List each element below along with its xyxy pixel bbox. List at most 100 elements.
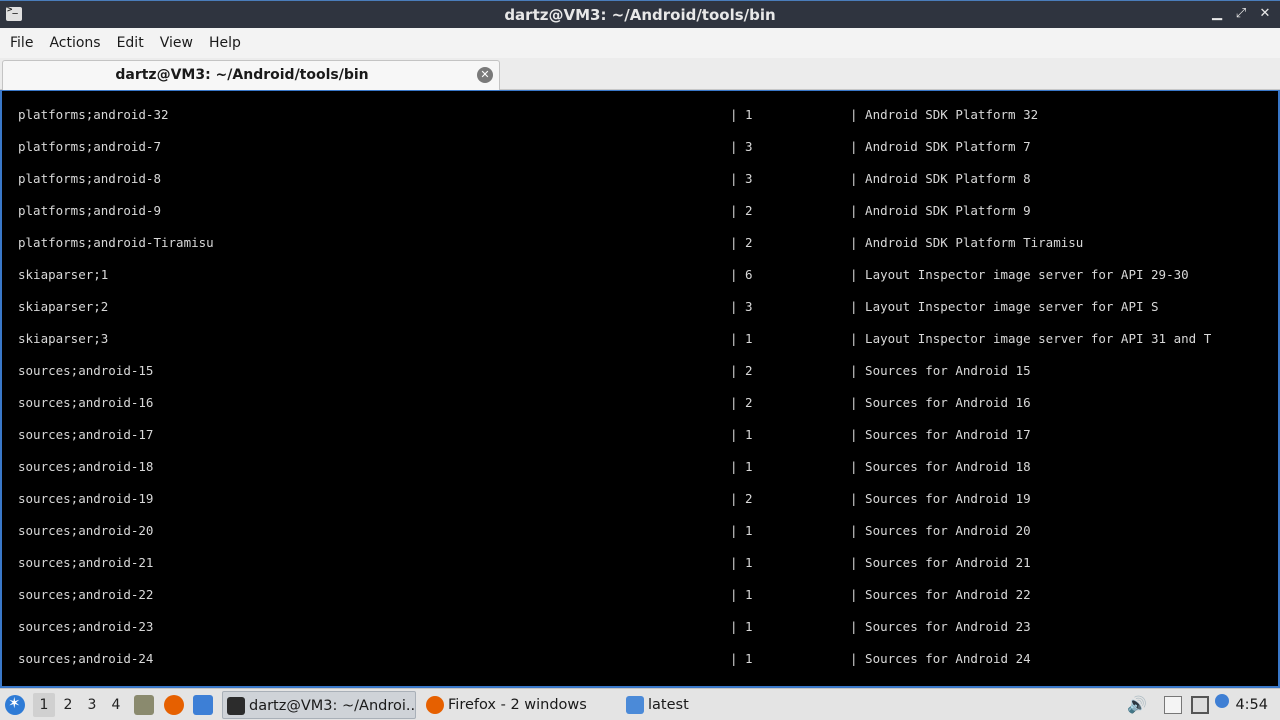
terminal-row: sources;android-20 | 1 | Sources for Andro… (2, 523, 1278, 543)
task-firefox[interactable]: Firefox - 2 windows (422, 691, 618, 719)
package-description: | Sources for Android 16 (850, 395, 1031, 410)
package-path: sources;android-16 (18, 395, 154, 410)
display-icon[interactable] (1191, 696, 1209, 714)
window-title: dartz@VM3: ~/Android/tools/bin (504, 6, 776, 24)
package-version: | 3 (730, 139, 753, 154)
close-icon[interactable]: ✕ (1256, 5, 1274, 23)
package-description: | Sources for Android 19 (850, 491, 1031, 506)
package-version: | 3 (730, 171, 753, 186)
workspace-3[interactable]: 3 (81, 693, 103, 717)
task-folder-label: latest (648, 697, 689, 713)
menu-edit[interactable]: Edit (109, 28, 152, 58)
package-path: sources;android-19 (18, 491, 154, 506)
terminal-row: sources;android-23 | 1 | Sources for Andro… (2, 619, 1278, 639)
package-description: | Sources for Android 24 (850, 651, 1031, 666)
volume-icon[interactable]: 🔊 (1127, 696, 1147, 714)
terminal-output[interactable]: platforms;android-32 | 1 | Android SDK Pla… (0, 90, 1280, 688)
package-path: sources;android-23 (18, 619, 154, 634)
tab-close-icon[interactable]: ✕ (477, 67, 493, 83)
terminal-row: sources;android-16 | 2 | Sources for Andro… (2, 395, 1278, 415)
menu-file[interactable]: File (2, 28, 41, 58)
package-version: | 1 (730, 651, 753, 666)
package-description: | Sources for Android 15 (850, 363, 1031, 378)
terminal-row: platforms;android-8 | 3 | Android SDK Plat… (2, 171, 1278, 191)
package-path: sources;android-21 (18, 555, 154, 570)
workspace-4[interactable]: 4 (105, 693, 127, 717)
package-version: | 1 (730, 107, 753, 122)
terminal-row: skiaparser;3 | 1 | Layout Inspector image … (2, 331, 1278, 351)
package-description: | Android SDK Platform 32 (850, 107, 1039, 122)
package-path: platforms;android-Tiramisu (18, 235, 214, 250)
menu-help[interactable]: Help (201, 28, 249, 58)
package-description: | Layout Inspector image server for API … (850, 331, 1212, 346)
folder-icon (626, 696, 644, 714)
package-description: | Android SDK Platform 8 (850, 171, 1031, 186)
terminal-tab[interactable]: dartz@VM3: ~/Android/tools/bin ✕ (2, 60, 500, 90)
terminal-row: skiaparser;1 | 6 | Layout Inspector image … (2, 267, 1278, 287)
package-description: | Layout Inspector image server for API … (850, 299, 1159, 314)
package-description: | Sources for Android 22 (850, 587, 1031, 602)
maximize-icon[interactable]: ⤢ (1232, 5, 1250, 23)
terminal-icon (227, 697, 245, 715)
package-path: sources;android-15 (18, 363, 154, 378)
package-version: | 2 (730, 395, 753, 410)
package-description: | Sources for Android 17 (850, 427, 1031, 442)
package-description: | Sources for Android 20 (850, 523, 1031, 538)
notification-icon[interactable] (1215, 694, 1229, 708)
workspace-2[interactable]: 2 (57, 693, 79, 717)
window-titlebar[interactable]: dartz@VM3: ~/Android/tools/bin ▁ ⤢ ✕ (0, 0, 1280, 28)
package-path: skiaparser;1 (18, 267, 109, 282)
menu-view[interactable]: View (152, 28, 201, 58)
package-version: | 1 (730, 331, 753, 346)
task-terminal[interactable]: dartz@VM3: ~/Androi... (222, 691, 416, 719)
menu-actions[interactable]: Actions (41, 28, 108, 58)
package-version: | 6 (730, 267, 753, 282)
terminal-row: sources;android-17 | 1 | Sources for Andro… (2, 427, 1278, 447)
taskbar: 1 2 3 4 dartz@VM3: ~/Androi... Firefox -… (0, 688, 1280, 720)
desktop-launcher-icon[interactable] (193, 695, 213, 715)
terminal-row: platforms;android-9 | 2 | Android SDK Plat… (2, 203, 1278, 223)
package-path: platforms;android-8 (18, 171, 161, 186)
start-menu-icon[interactable] (5, 694, 25, 715)
package-version: | 1 (730, 523, 753, 538)
package-description: | Android SDK Platform 7 (850, 139, 1031, 154)
package-path: platforms;android-7 (18, 139, 161, 154)
package-path: platforms;android-32 (18, 107, 169, 122)
package-version: | 1 (730, 427, 753, 442)
file-manager-launcher-icon[interactable] (134, 695, 154, 715)
terminal-row: platforms;android-Tiramisu | 2 | Android S… (2, 235, 1278, 255)
firefox-icon (426, 696, 444, 714)
terminal-row: sources;android-19 | 2 | Sources for Andro… (2, 491, 1278, 511)
package-path: sources;android-20 (18, 523, 154, 538)
package-version: | 2 (730, 491, 753, 506)
task-firefox-label: Firefox - 2 windows (448, 697, 587, 713)
workspace-1[interactable]: 1 (33, 693, 55, 717)
firefox-launcher-icon[interactable] (164, 695, 184, 715)
package-version: | 3 (730, 299, 753, 314)
terminal-row: platforms;android-32 | 1 | Android SDK Pla… (2, 107, 1278, 127)
package-description: | Sources for Android 23 (850, 619, 1031, 634)
package-path: platforms;android-9 (18, 203, 161, 218)
package-path: sources;android-18 (18, 459, 154, 474)
task-folder[interactable]: latest (622, 691, 818, 719)
package-path: skiaparser;3 (18, 331, 109, 346)
tab-label: dartz@VM3: ~/Android/tools/bin (115, 67, 369, 83)
package-version: | 2 (730, 363, 753, 378)
terminal-row: sources;android-15 | 2 | Sources for Andro… (2, 363, 1278, 383)
package-description: | Sources for Android 21 (850, 555, 1031, 570)
terminal-row: sources;android-21 | 1 | Sources for Andro… (2, 555, 1278, 575)
terminal-row: skiaparser;2 | 3 | Layout Inspector image … (2, 299, 1278, 319)
package-version: | 1 (730, 619, 753, 634)
package-path: skiaparser;2 (18, 299, 109, 314)
package-version: | 2 (730, 203, 753, 218)
package-version: | 1 (730, 555, 753, 570)
package-description: | Android SDK Platform 9 (850, 203, 1031, 218)
clipboard-icon[interactable] (1164, 696, 1182, 714)
package-description: | Android SDK Platform Tiramisu (850, 235, 1084, 250)
terminal-row: sources;android-24 | 1 | Sources for Andro… (2, 651, 1278, 671)
package-description: | Sources for Android 18 (850, 459, 1031, 474)
package-description: | Layout Inspector image server for API … (850, 267, 1189, 282)
package-version: | 1 (730, 459, 753, 474)
clock[interactable]: 4:54 (1235, 689, 1268, 720)
minimize-icon[interactable]: ▁ (1208, 5, 1226, 23)
